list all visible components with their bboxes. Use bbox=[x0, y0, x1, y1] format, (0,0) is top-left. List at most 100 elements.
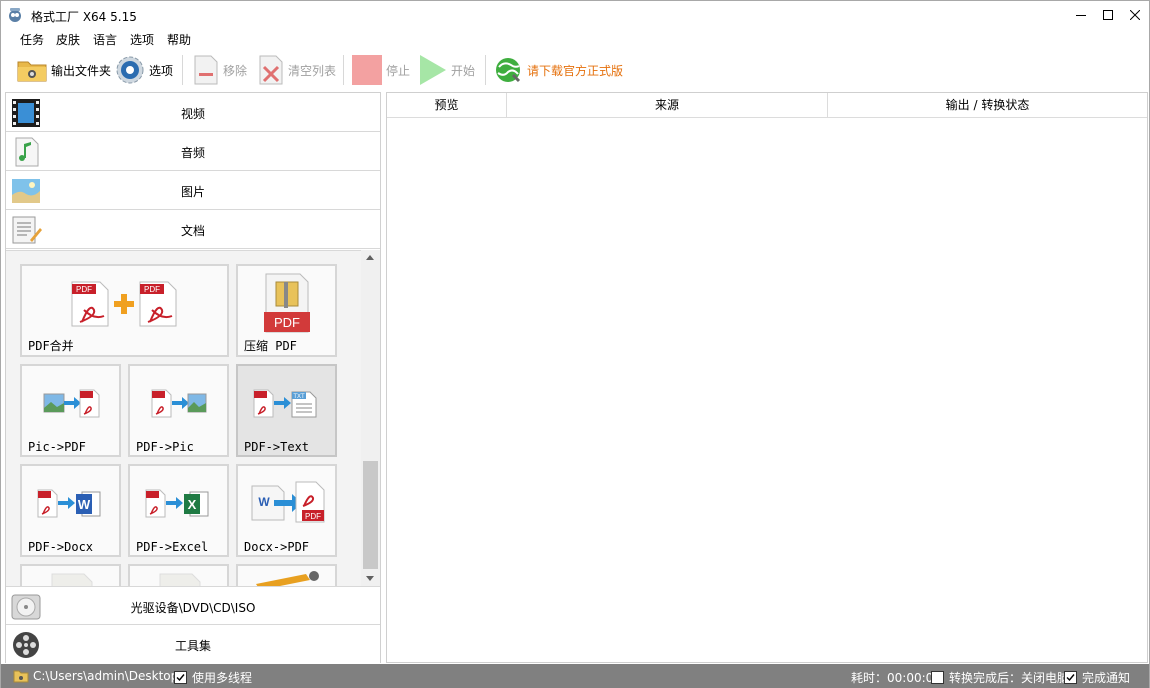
tool-pdf-merge[interactable]: PDF PDF PDF合并 bbox=[20, 264, 229, 357]
column-preview[interactable]: 预览 bbox=[387, 93, 507, 118]
category-video-label: 视频 bbox=[180, 107, 205, 121]
tools-scrollbar[interactable] bbox=[361, 250, 380, 586]
tool-pdf-to-pic[interactable]: PDF->Pic bbox=[128, 364, 229, 457]
category-audio[interactable]: 音频 bbox=[6, 132, 380, 171]
tool-pic-to-pdf-label: Pic->PDF bbox=[28, 440, 86, 454]
folder-icon bbox=[17, 61, 47, 82]
status-bar: C:\Users\admin\Desktop 使用多线程 耗时：00:00:00… bbox=[1, 664, 1149, 688]
checkbox-checked-icon bbox=[1064, 671, 1077, 684]
column-output-status[interactable]: 输出 / 转换状态 bbox=[828, 93, 1147, 118]
docx-to-pdf-icon: W PDF bbox=[251, 481, 325, 523]
menu-help[interactable]: 帮助 bbox=[167, 31, 191, 48]
start-label: 开始 bbox=[451, 63, 476, 78]
menu-skin[interactable]: 皮肤 bbox=[56, 31, 80, 48]
minimize-icon bbox=[1076, 15, 1086, 16]
tool-pdf-to-excel-label: PDF->Excel bbox=[136, 540, 209, 554]
download-official-label: 请下载官方正式版 bbox=[527, 63, 624, 78]
output-path[interactable]: C:\Users\admin\Desktop bbox=[13, 669, 178, 683]
category-tools[interactable]: 工具集 bbox=[6, 625, 380, 664]
scroll-up-icon[interactable] bbox=[366, 255, 374, 260]
clear-list-button[interactable]: 清空列表 bbox=[258, 53, 336, 87]
category-document[interactable]: 文档 bbox=[6, 210, 380, 249]
after-done-label: 转换完成后：关闭电脑 bbox=[949, 671, 1070, 685]
category-video[interactable]: 视频 bbox=[6, 93, 380, 132]
minimize-button[interactable] bbox=[1067, 1, 1095, 29]
checkbox-checked-icon bbox=[174, 671, 187, 684]
options-label: 选项 bbox=[149, 63, 174, 78]
remove-icon bbox=[194, 55, 218, 85]
maximize-button[interactable] bbox=[1094, 1, 1122, 29]
category-tools-label: 工具集 bbox=[174, 639, 211, 653]
menu-language[interactable]: 语言 bbox=[93, 31, 117, 48]
clear-list-label: 清空列表 bbox=[288, 63, 337, 78]
svg-text:PDF: PDF bbox=[76, 285, 92, 294]
stop-button[interactable]: 停止 bbox=[352, 53, 410, 87]
tool-tile-partial[interactable] bbox=[20, 564, 121, 586]
title-bar: 格式工厂 X64 5.15 bbox=[1, 1, 1149, 29]
checkbox-unchecked-icon bbox=[931, 671, 944, 684]
elapsed-time: 耗时：00:00:00 bbox=[851, 669, 941, 686]
scrollbar-thumb[interactable] bbox=[363, 461, 378, 569]
close-button[interactable] bbox=[1121, 1, 1149, 29]
tool-pic-to-pdf[interactable]: Pic->PDF bbox=[20, 364, 121, 457]
category-panel: 视频 音频 图片 文档 PDF PDF PDF合并 PDF 压缩 PDF Pic… bbox=[5, 92, 381, 664]
column-source[interactable]: 来源 bbox=[507, 93, 828, 118]
output-folder-button[interactable]: 输出文件夹 bbox=[17, 53, 111, 87]
remove-button[interactable]: 移除 bbox=[193, 53, 247, 87]
svg-text:PDF: PDF bbox=[144, 285, 160, 294]
toolbar-separator bbox=[343, 55, 344, 85]
clear-list-icon bbox=[259, 55, 283, 85]
pdf-to-pic-icon bbox=[151, 389, 207, 418]
notify-label: 完成通知 bbox=[1082, 671, 1131, 685]
stop-label: 停止 bbox=[386, 63, 411, 78]
tool-tile-partial[interactable] bbox=[128, 564, 229, 586]
pdf-to-excel-icon: X bbox=[145, 489, 209, 518]
output-path-text: C:\Users\admin\Desktop bbox=[33, 669, 179, 683]
window-title: 格式工厂 X64 5.15 bbox=[31, 10, 137, 24]
menu-bar: 任务 皮肤 语言 选项 帮助 bbox=[1, 29, 1149, 49]
output-folder-label: 输出文件夹 bbox=[51, 63, 112, 78]
start-button[interactable]: 开始 bbox=[419, 53, 475, 87]
options-button[interactable]: 选项 bbox=[115, 53, 173, 87]
tool-pdf-to-text-label: PDF->Text bbox=[244, 440, 310, 454]
app-logo-icon bbox=[9, 8, 21, 22]
toolbar-separator bbox=[485, 55, 486, 85]
category-optical-label: 光驱设备\DVD\CD\ISO bbox=[130, 601, 256, 615]
document-icon bbox=[51, 573, 93, 586]
multithread-checkbox[interactable]: 使用多线程 bbox=[174, 669, 252, 686]
svg-text:TXT: TXT bbox=[293, 394, 305, 400]
tool-pdf-merge-label: PDF合并 bbox=[28, 339, 74, 353]
notify-checkbox[interactable]: 完成通知 bbox=[1064, 669, 1130, 686]
tool-pdf-to-pic-label: PDF->Pic bbox=[136, 440, 194, 454]
tool-tile-partial[interactable] bbox=[236, 564, 337, 586]
after-done-checkbox[interactable]: 转换完成后：关闭电脑 bbox=[931, 669, 1069, 686]
menu-options[interactable]: 选项 bbox=[130, 31, 154, 48]
gear-icon bbox=[116, 56, 144, 84]
toolbar-separator bbox=[182, 55, 183, 85]
tool-pdf-to-excel[interactable]: X PDF->Excel bbox=[128, 464, 229, 557]
pdf-merge-icon: PDF PDF bbox=[71, 281, 177, 327]
document-icon bbox=[159, 573, 201, 586]
document-tools-grid: PDF PDF PDF合并 PDF 压缩 PDF Pic->PDF PDF->P… bbox=[6, 250, 380, 586]
category-picture[interactable]: 图片 bbox=[6, 171, 380, 210]
tool-pdf-to-docx[interactable]: W PDF->Docx bbox=[20, 464, 121, 557]
toolbar: 输出文件夹 选项 移除 清空列表 停止 开始 请下载官方正式版 bbox=[1, 49, 1149, 91]
tool-compress-pdf[interactable]: PDF 压缩 PDF bbox=[236, 264, 337, 357]
svg-text:PDF: PDF bbox=[305, 512, 321, 521]
tool-docx-to-pdf-label: Docx->PDF bbox=[244, 540, 310, 554]
download-official-link[interactable]: 请下载官方正式版 bbox=[493, 53, 623, 87]
close-icon bbox=[1130, 10, 1140, 20]
menu-task[interactable]: 任务 bbox=[20, 31, 44, 48]
tool-pdf-to-text[interactable]: TXT PDF->Text bbox=[236, 364, 337, 457]
category-optical[interactable]: 光驱设备\DVD\CD\ISO bbox=[6, 586, 380, 625]
play-icon bbox=[420, 55, 446, 85]
category-audio-label: 音频 bbox=[180, 146, 205, 160]
pdf-to-text-icon: TXT bbox=[253, 389, 317, 418]
stop-icon bbox=[352, 55, 382, 85]
svg-text:PDF: PDF bbox=[274, 315, 300, 330]
scroll-down-icon[interactable] bbox=[366, 576, 374, 581]
folder-icon bbox=[13, 670, 29, 683]
globe-icon bbox=[496, 58, 521, 83]
category-picture-label: 图片 bbox=[180, 185, 205, 199]
tool-docx-to-pdf[interactable]: W PDF Docx->PDF bbox=[236, 464, 337, 557]
